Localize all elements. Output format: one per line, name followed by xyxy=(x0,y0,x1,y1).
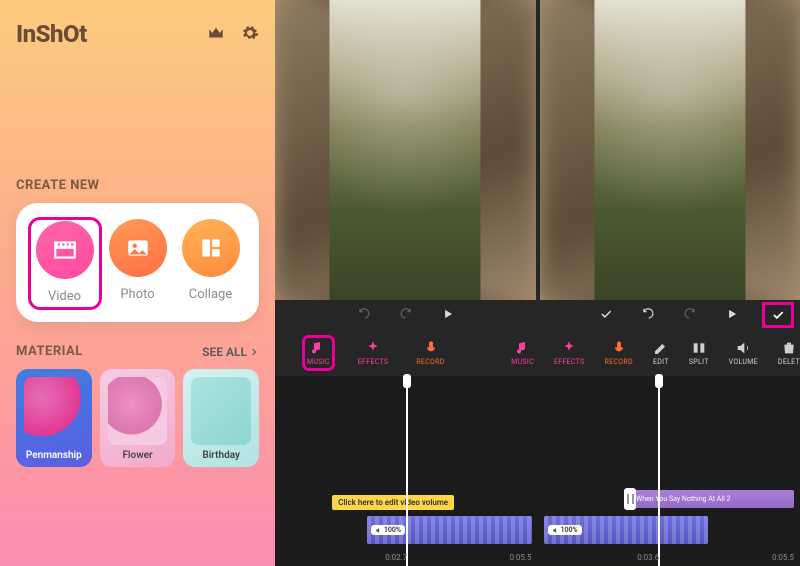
chevron-right-icon xyxy=(249,347,259,357)
volume-hint[interactable]: Click here to edit video volume xyxy=(332,495,454,510)
timestamp: 0:05.5 xyxy=(509,553,531,562)
edit-tool[interactable]: EDIT xyxy=(653,340,669,366)
timeline-right[interactable]: When You Say Nothing At All 2 100% 0:03.… xyxy=(538,376,800,566)
material-penmanship[interactable]: Penmanship xyxy=(16,369,92,467)
redo-icon[interactable] xyxy=(399,306,413,325)
preview-row xyxy=(275,0,800,300)
effects-tool[interactable]: EFFECTS xyxy=(554,340,585,366)
undo-icon[interactable] xyxy=(641,306,655,325)
crown-icon[interactable] xyxy=(207,24,225,46)
preview-left[interactable] xyxy=(275,0,536,300)
image-icon xyxy=(109,219,167,277)
material-label: MATERIAL xyxy=(16,344,83,359)
delete-tool[interactable]: DELET xyxy=(778,340,800,366)
create-new-card: Video Photo Collage xyxy=(16,203,259,322)
collage-icon xyxy=(182,219,240,277)
play-icon[interactable] xyxy=(725,306,739,325)
check-icon[interactable] xyxy=(599,306,613,325)
control-bar xyxy=(275,300,800,330)
create-video-label: Video xyxy=(48,289,81,304)
preview-right[interactable] xyxy=(540,0,800,300)
create-photo-label: Photo xyxy=(120,287,154,302)
home-sidebar: InShOt CREATE NEW Video Photo Collage MA… xyxy=(0,0,275,566)
audio-clip[interactable]: When You Say Nothing At All 2 xyxy=(632,490,794,508)
volume-tool[interactable]: VOLUME xyxy=(729,340,758,366)
undo-icon[interactable] xyxy=(357,306,371,325)
play-icon[interactable] xyxy=(441,306,455,325)
create-photo-button[interactable]: Photo xyxy=(103,219,173,308)
playhead[interactable] xyxy=(406,376,408,566)
timestamp: 0:02.7 xyxy=(385,553,407,562)
clip-handle-icon[interactable] xyxy=(624,488,636,510)
material-header: MATERIAL SEE ALL xyxy=(16,344,259,359)
tool-bar: MUSIC EFFECTS RECORD MUSIC EFFECTS RECOR… xyxy=(275,330,800,376)
redo-icon[interactable] xyxy=(683,306,697,325)
record-tool[interactable]: RECORD xyxy=(416,340,444,366)
see-all-link[interactable]: SEE ALL xyxy=(202,345,259,359)
create-video-button[interactable]: Video xyxy=(30,219,100,308)
gear-icon[interactable] xyxy=(241,24,259,46)
music-tool[interactable]: MUSIC xyxy=(511,340,534,366)
timeline-left[interactable]: Click here to edit video volume 100% 0:0… xyxy=(275,376,538,566)
video-clip[interactable]: 100% xyxy=(544,516,709,544)
create-collage-label: Collage xyxy=(189,287,232,302)
clapperboard-icon xyxy=(36,221,94,279)
editor-panel: MUSIC EFFECTS RECORD MUSIC EFFECTS RECOR… xyxy=(275,0,800,566)
video-clip[interactable]: 100% xyxy=(367,516,532,544)
create-new-label: CREATE NEW xyxy=(16,178,259,193)
timeline[interactable]: Click here to edit video volume 100% 0:0… xyxy=(275,376,800,566)
timestamp: 0:03.6 xyxy=(637,553,659,562)
volume-badge: 100% xyxy=(548,525,582,535)
material-birthday[interactable]: Birthday xyxy=(183,369,259,467)
confirm-check-button[interactable] xyxy=(762,302,794,328)
split-tool[interactable]: SPLIT xyxy=(689,340,709,366)
timestamp: 0:05.5 xyxy=(772,553,794,562)
create-collage-button[interactable]: Collage xyxy=(176,219,246,308)
playhead[interactable] xyxy=(658,376,660,566)
music-tool[interactable]: MUSIC xyxy=(307,340,330,366)
material-row: Penmanship Flower Birthday xyxy=(16,369,259,467)
material-flower[interactable]: Flower xyxy=(100,369,176,467)
effects-tool[interactable]: EFFECTS xyxy=(358,340,389,366)
volume-badge: 100% xyxy=(371,525,405,535)
record-tool[interactable]: RECORD xyxy=(604,340,632,366)
